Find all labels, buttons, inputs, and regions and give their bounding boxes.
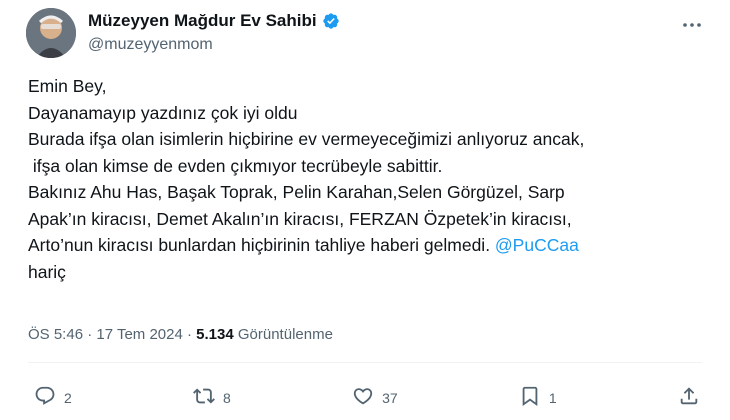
views-label: Görüntülenme: [233, 326, 333, 343]
author-block: Müzeyyen Mağdur Ev Sahibi @muzeyyenmom: [88, 11, 340, 54]
bookmark-icon: [519, 385, 541, 410]
share-icon: [678, 385, 700, 410]
action-bar: 2 8 37 1: [34, 385, 700, 410]
timestamp-link[interactable]: ÖS 5:46 · 17 Tem 2024 ·: [28, 326, 196, 343]
tweet-text: Emin Bey, Dayanamayıp yazdınız çok iyi o…: [28, 73, 708, 285]
retweet-count: 8: [223, 389, 231, 406]
tweet-line: Bakınız Ahu Has, Başak Toprak, Pelin Kar…: [28, 182, 565, 202]
retweet-button[interactable]: 8: [193, 385, 231, 410]
bookmark-button[interactable]: 1: [519, 385, 557, 410]
divider: [28, 362, 702, 363]
reply-count: 2: [64, 389, 72, 406]
tweet-line: hariç: [28, 261, 66, 282]
more-icon: [680, 20, 704, 42]
avatar-image: [26, 8, 76, 58]
verified-badge-icon: [322, 12, 340, 30]
tweet-line: Emin Bey,: [28, 76, 107, 96]
heart-icon: [352, 385, 374, 410]
bookmark-count: 1: [548, 389, 557, 406]
mention-link[interactable]: @PuCCaa: [495, 235, 579, 255]
tweet-line-with-mention: Arto’nun kiracısı bunlardan hiçbirinin t…: [28, 232, 708, 259]
avatar[interactable]: [26, 8, 76, 58]
retweet-icon: [193, 385, 215, 410]
views-count: 5.134: [196, 326, 234, 343]
more-options-button[interactable]: [680, 13, 704, 43]
tweet-line: Arto’nun kiracısı bunlardan hiçbirinin t…: [28, 235, 495, 255]
tweet-line: Dayanamayıp yazdınız çok iyi oldu: [28, 102, 298, 123]
tweet-line: Burada ifşa olan isimlerin hiçbirine ev …: [28, 129, 585, 149]
reply-button[interactable]: 2: [34, 385, 72, 410]
like-button[interactable]: 37: [352, 385, 398, 410]
author-name[interactable]: Müzeyyen Mağdur Ev Sahibi: [88, 11, 317, 31]
like-count: 37: [382, 389, 398, 406]
reply-icon: [34, 385, 56, 410]
tweet-line: Apak’ın kiracısı, Demet Akalın’ın kiracı…: [28, 208, 572, 229]
share-button[interactable]: [678, 385, 700, 410]
tweet-line: ifşa olan kimse de evden çıkmıyor tecrüb…: [28, 155, 443, 176]
author-handle[interactable]: @muzeyyenmom: [88, 36, 340, 54]
tweet-meta: ÖS 5:46 · 17 Tem 2024 · 5.134 Görüntülen…: [28, 326, 333, 343]
